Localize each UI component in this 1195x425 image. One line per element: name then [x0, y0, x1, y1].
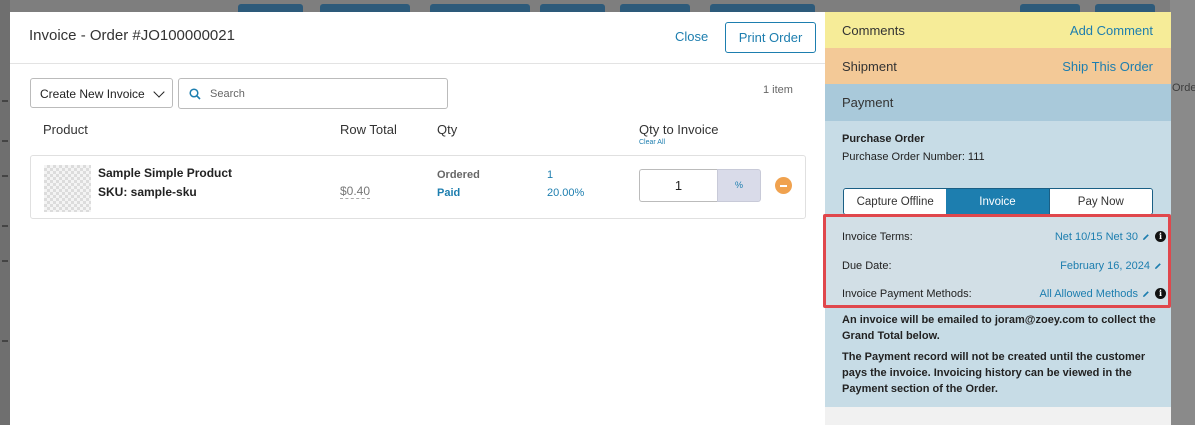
ordered-value: 1	[547, 169, 554, 181]
ordered-label: Ordered	[437, 169, 480, 181]
pencil-icon[interactable]	[1142, 233, 1150, 241]
background-right-edge	[1170, 0, 1195, 425]
percent-toggle-button[interactable]: %	[717, 169, 761, 202]
panel-footer	[825, 407, 1171, 425]
payment-methods-label: Invoice Payment Methods:	[842, 288, 972, 300]
purchase-order-title: Purchase Order	[842, 133, 925, 145]
product-name: Sample Simple Product	[98, 166, 233, 180]
pencil-icon[interactable]	[1142, 290, 1150, 298]
tab-invoice[interactable]: Invoice	[946, 189, 1049, 214]
product-thumbnail	[44, 165, 91, 212]
modal-title: Invoice - Order #JO100000021	[29, 27, 235, 44]
shipment-bar: Shipment Ship This Order	[825, 48, 1171, 84]
due-date-label: Due Date:	[842, 260, 892, 272]
order-side-panel: Comments Add Comment Shipment Ship This …	[823, 12, 1171, 425]
tab-capture-offline[interactable]: Capture Offline	[844, 189, 947, 214]
comments-title: Comments	[842, 23, 905, 38]
paid-value: 20.00%	[547, 187, 585, 199]
print-order-button[interactable]: Print Order	[725, 22, 816, 53]
column-header-product: Product	[43, 122, 88, 137]
payment-record-note: The Payment record will not be created u…	[842, 351, 1146, 395]
modal-header: Invoice - Order #JO100000021 Close Print…	[10, 12, 825, 64]
add-comment-link[interactable]: Add Comment	[1070, 23, 1153, 38]
search-input[interactable]	[210, 85, 440, 103]
purchase-order-number: Purchase Order Number: 111	[842, 151, 985, 163]
invoice-terms-value[interactable]: Net 10/15 Net 30	[1055, 231, 1138, 243]
payment-tab-group: Capture Offline Invoice Pay Now	[843, 188, 1153, 215]
remove-item-button[interactable]	[775, 177, 792, 194]
product-sku: SKU: sample-sku	[98, 185, 197, 199]
payment-bar: Payment	[825, 84, 1171, 121]
info-icon[interactable]: i	[1155, 231, 1166, 242]
pencil-icon[interactable]	[1154, 262, 1162, 270]
shipment-title: Shipment	[842, 59, 897, 74]
invoice-terms-label: Invoice Terms:	[842, 231, 913, 243]
table-row: Sample Simple Product SKU: sample-sku $0…	[30, 155, 806, 219]
invoice-terms-box: Invoice Terms: Net 10/15 Net 30 i Due Da…	[823, 214, 1171, 308]
background-sidebar	[0, 0, 10, 425]
clear-all-link[interactable]: Clear All	[639, 139, 665, 146]
column-header-qty-to-invoice: Qty to Invoice	[639, 122, 719, 137]
payment-title: Payment	[842, 95, 894, 110]
close-link[interactable]: Close	[675, 29, 708, 44]
item-count: 1 item	[763, 84, 793, 96]
payment-methods-value[interactable]: All Allowed Methods	[1040, 288, 1138, 300]
column-header-qty: Qty	[437, 122, 458, 137]
tab-pay-now[interactable]: Pay Now	[1048, 189, 1152, 214]
ship-this-order-link[interactable]: Ship This Order	[1062, 59, 1153, 74]
column-header-row-total: Row Total	[340, 122, 397, 137]
search-icon	[189, 88, 201, 100]
invoice-email-note: An invoice will be emailed to joram@zoey…	[842, 314, 1156, 342]
background-fragment: Orde	[1172, 82, 1195, 94]
comments-bar: Comments Add Comment	[825, 12, 1171, 48]
invoice-modal: Invoice - Order #JO100000021 Close Print…	[10, 12, 825, 425]
row-total-value: $0.40	[340, 184, 371, 199]
chevron-down-icon	[153, 86, 165, 98]
paid-label: Paid	[437, 187, 461, 199]
due-date-value[interactable]: February 16, 2024	[1060, 260, 1150, 272]
invoice-select-value: Create New Invoice	[40, 87, 145, 101]
search-box[interactable]	[178, 78, 448, 109]
invoice-select[interactable]: Create New Invoice	[30, 78, 173, 108]
info-icon[interactable]: i	[1155, 288, 1166, 299]
qty-to-invoice-input[interactable]	[639, 169, 717, 202]
